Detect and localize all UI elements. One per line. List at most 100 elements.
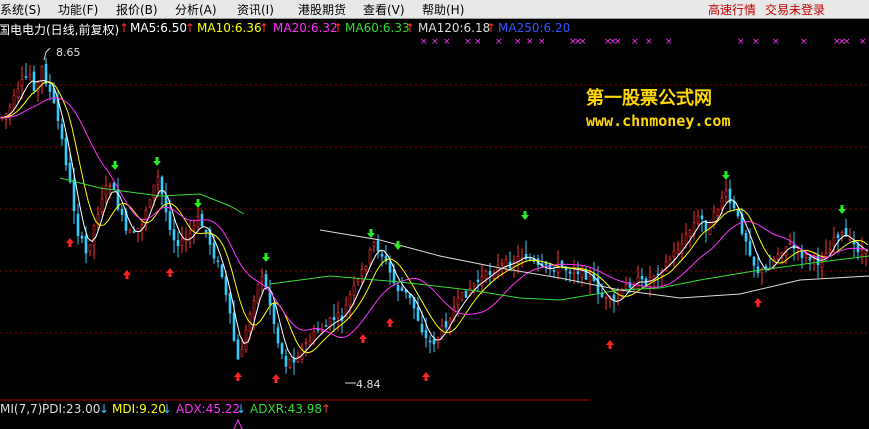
up-candle-body <box>788 242 792 245</box>
down-candle-body <box>276 327 280 344</box>
up-candle-body <box>696 215 700 224</box>
up-candle-body <box>240 348 244 357</box>
up-candle-body <box>260 275 264 282</box>
up-candle-body <box>368 249 372 264</box>
down-candle-body <box>24 76 28 78</box>
sell-arrow-icon <box>521 211 529 220</box>
down-candle-body <box>68 162 72 183</box>
up-candle-body <box>672 250 676 258</box>
down-candle-body <box>612 294 616 301</box>
down-candle-body <box>700 215 704 219</box>
up-candle-body <box>372 241 376 247</box>
high-price-label: 8.65 <box>56 46 81 59</box>
up-candle-body <box>192 225 196 231</box>
down-candle-body <box>432 339 436 345</box>
down-candle-body <box>316 329 320 331</box>
pdi-value: PDI:23.00 <box>42 402 101 416</box>
sell-arrow-icon <box>153 157 161 166</box>
up-candle-body <box>188 233 192 239</box>
up-candle-body <box>624 284 628 289</box>
down-candle-body <box>444 321 448 328</box>
up-candle-body <box>676 250 680 254</box>
cross-marker: × <box>631 37 639 47</box>
down-candle-body <box>224 276 228 295</box>
down-candle-body <box>132 231 136 233</box>
down-candle-body <box>752 256 756 266</box>
down-candle-body <box>400 287 404 291</box>
up-candle-body <box>664 261 668 268</box>
mdi-value: MDI:9.20 <box>112 402 166 416</box>
down-candle-body <box>332 317 336 321</box>
up-candle-body <box>716 209 720 216</box>
cross-marker: × <box>859 37 867 47</box>
down-candle-body <box>428 340 432 343</box>
down-candle-body <box>60 123 64 140</box>
down-candle-body <box>72 179 76 211</box>
down-candle-body <box>168 211 172 230</box>
down-candle-body <box>576 271 580 275</box>
up-candle-body <box>804 253 808 258</box>
up-candle-body <box>244 329 248 350</box>
cross-marker: × <box>420 37 428 47</box>
up-candle-body <box>348 294 352 307</box>
cross-marker: × <box>665 37 673 47</box>
down-candle-body <box>176 240 180 247</box>
down-candle-body <box>220 264 224 277</box>
buy-arrow-icon <box>272 374 280 383</box>
up-candle-body <box>28 74 32 78</box>
up-candle-body <box>364 266 368 271</box>
down-candle-body <box>324 325 328 327</box>
down-candle-body <box>396 284 400 292</box>
up-candle-body <box>312 331 316 342</box>
buy-arrow-icon <box>123 270 131 279</box>
cross-marker: × <box>614 37 622 47</box>
buy-arrow-icon <box>754 298 762 307</box>
indicator-header: MI(7,7) PDI:23.00 ↓ MDI:9.20 ↓ ADX:45.22… <box>0 402 869 418</box>
up-candle-body <box>16 88 20 98</box>
down-candle-body <box>744 233 748 242</box>
up-candle-body <box>128 230 132 234</box>
down-candle-body <box>564 268 568 271</box>
down-candle-body <box>84 235 88 254</box>
up-candle-body <box>456 297 460 306</box>
down-candle-body <box>216 260 220 263</box>
down-candle-body <box>836 234 840 238</box>
up-candle-body <box>252 300 256 318</box>
cross-marker: × <box>526 37 534 47</box>
sell-arrow-icon <box>262 253 270 262</box>
ma5-line <box>0 79 869 360</box>
down-candle-body <box>488 270 492 275</box>
up-candle-body <box>12 95 16 109</box>
adx-value: ADX:45.22 <box>176 402 241 416</box>
up-candle-body <box>840 231 844 235</box>
down-candle-body <box>280 343 284 354</box>
cross-marker: × <box>538 37 546 47</box>
watermark-title: 第一股票公式网 <box>586 88 712 109</box>
up-candle-body <box>820 262 824 268</box>
arrow-down-icon: ↓ <box>162 402 173 416</box>
down-candle-body <box>112 182 116 190</box>
down-candle-body <box>464 290 468 298</box>
up-candle-body <box>484 270 488 279</box>
down-candle-body <box>416 307 420 321</box>
down-candle-body <box>48 84 52 92</box>
down-candle-body <box>160 176 164 195</box>
up-candle-body <box>140 224 144 229</box>
down-candle-body <box>424 330 428 339</box>
down-candle-body <box>420 323 424 333</box>
adxr-value: ADXR:43.98 <box>250 402 323 416</box>
arrow-down-icon: ↓ <box>99 402 110 416</box>
up-candle-body <box>688 230 692 237</box>
cross-marker: × <box>737 37 745 47</box>
cross-marker: × <box>474 37 482 47</box>
arrow-down-icon: ↓ <box>236 402 247 416</box>
up-candle-body <box>360 269 364 277</box>
up-candle-body <box>504 259 508 267</box>
adx-line <box>233 418 243 429</box>
up-candle-body <box>588 275 592 282</box>
up-candle-body <box>92 225 96 246</box>
down-candle-body <box>204 229 208 233</box>
up-candle-body <box>720 197 724 209</box>
cross-markers: × × × × × × × × × ××× ××× × × × × × × × ××× × <box>420 37 867 47</box>
up-candle-body <box>20 79 24 87</box>
